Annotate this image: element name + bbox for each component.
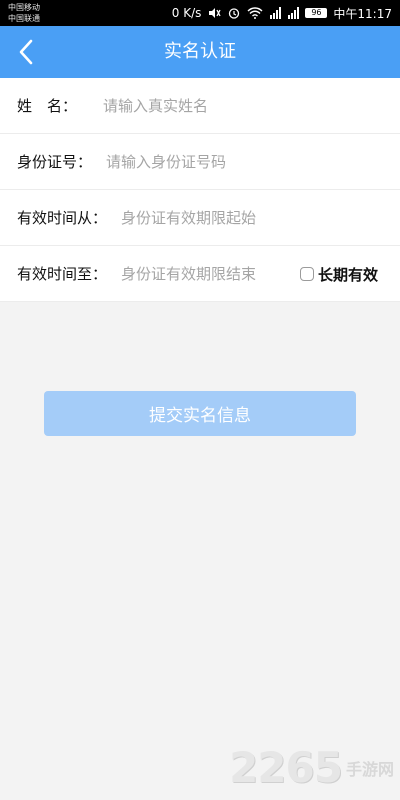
carrier-info: 中国移动 中国联通 (8, 2, 40, 24)
submit-verification-button[interactable]: 提交实名信息 (44, 391, 356, 436)
valid-to-input[interactable] (121, 256, 271, 292)
long-term-label: 长期有效 (317, 265, 378, 284)
verification-form: 姓 名： 身份证号： 有效时间从： 有效时间至： 长期有效 (0, 78, 400, 302)
signal-1-icon (269, 6, 282, 20)
long-term-toggle[interactable]: 长期有效 (299, 246, 378, 302)
id-number-row: 身份证号： (0, 134, 400, 190)
alarm-icon (227, 6, 241, 20)
page-title: 实名认证 (164, 41, 236, 62)
real-name-input[interactable] (103, 88, 373, 124)
watermark-number: 2265 (229, 743, 343, 792)
id-number-input[interactable] (106, 144, 376, 180)
name-label: 姓 名： (17, 97, 78, 115)
signal-2-icon (287, 6, 300, 20)
status-right: 0 K/s 96 中午11:17 (172, 0, 392, 26)
long-term-checkbox[interactable] (299, 267, 314, 281)
name-row: 姓 名： (0, 78, 400, 134)
id-number-label: 身份证号： (17, 153, 93, 171)
valid-from-input[interactable] (121, 200, 376, 236)
carrier-name-primary: 中国移动 (8, 3, 40, 12)
status-bar: 中国移动 中国联通 0 K/s 96 中午11:17 (0, 0, 400, 26)
wifi-icon (247, 6, 263, 20)
mute-icon (207, 6, 221, 20)
app-header: 实名认证 (0, 26, 400, 78)
watermark-text: 手游网 (345, 759, 394, 779)
watermark: 2265 手游网 (229, 743, 394, 792)
valid-from-label: 有效时间从： (17, 209, 108, 227)
valid-from-row: 有效时间从： (0, 190, 400, 246)
network-speed: 0 K/s (171, 6, 202, 20)
valid-to-label: 有效时间至： (17, 265, 108, 283)
battery-level: 96 (305, 8, 328, 18)
carrier-name-secondary: 中国联通 (8, 14, 40, 23)
valid-to-row: 有效时间至： 长期有效 (0, 246, 400, 302)
status-time: 中午11:17 (333, 6, 392, 21)
